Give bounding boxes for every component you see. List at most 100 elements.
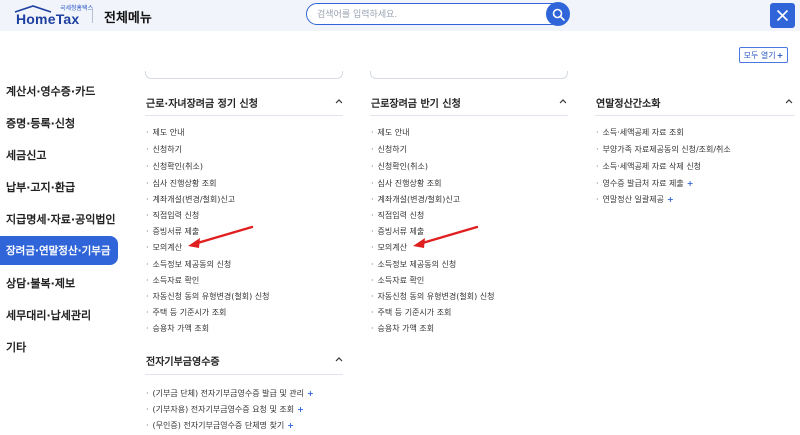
list-item-label: 신청하기 bbox=[152, 145, 182, 154]
list-item-label: 영수증 발급처 자료 제출 bbox=[602, 179, 684, 188]
bullet: · bbox=[371, 324, 374, 333]
list-item[interactable]: · 승용차 가액 조회 bbox=[146, 324, 209, 334]
list-item-label: 소득자료 확인 bbox=[152, 276, 200, 285]
list-item-label: 심사 진행상황 조회 bbox=[152, 179, 217, 188]
list-item[interactable]: · 소득자료 확인 bbox=[146, 276, 199, 286]
list-item[interactable]: · 소득자료 확인 bbox=[371, 276, 424, 286]
list-item-mock-calc[interactable]: · 모의계산 bbox=[371, 243, 407, 253]
search-input[interactable] bbox=[317, 7, 517, 22]
logo-text: HomeTax bbox=[16, 11, 80, 27]
list-item[interactable]: · 소득·세액공제 자료 삭제 신청 bbox=[596, 162, 704, 172]
list-item-label: 연말정산 일괄제공 bbox=[602, 195, 664, 204]
list-item[interactable]: · 자동신청 동의 유형변경(철회) 신청 bbox=[371, 292, 494, 302]
sidebar-item-consulting[interactable]: 상담·불복·제보 bbox=[0, 268, 118, 297]
list-item[interactable]: · 소득·세액공제 자료 조회 bbox=[596, 128, 687, 138]
list-item-label: 신청확인(취소) bbox=[152, 162, 203, 171]
bullet: · bbox=[146, 324, 149, 333]
bullet: · bbox=[146, 405, 149, 414]
bullet: · bbox=[146, 128, 149, 137]
bullet: · bbox=[371, 227, 374, 236]
list-item[interactable]: · 주택 등 기준시가 조회 bbox=[371, 308, 451, 318]
section-title-donation[interactable]: 전자기부금영수증 bbox=[146, 353, 220, 368]
list-item[interactable]: · 주택 등 기준시가 조회 bbox=[146, 308, 226, 318]
list-item[interactable]: · 연말정산 일괄제공 + bbox=[596, 195, 674, 205]
list-item-label: 제도 안내 bbox=[152, 128, 185, 137]
list-item-label: 승용차 가액 조회 bbox=[152, 324, 210, 333]
list-item[interactable]: · 심사 진행상황 조회 bbox=[371, 179, 442, 189]
bullet: · bbox=[371, 276, 374, 285]
search-icon bbox=[552, 8, 565, 21]
list-item[interactable]: · (기부금 단체) 전자기부금영수증 발급 및 관리 + bbox=[146, 389, 314, 399]
list-item[interactable]: · 제도 안내 bbox=[371, 128, 410, 138]
list-item[interactable]: · 영수증 발급처 자료 제출 + bbox=[596, 179, 693, 189]
plus-icon: + bbox=[297, 405, 304, 414]
list-item[interactable]: · 제도 안내 bbox=[146, 128, 185, 138]
list-item[interactable]: · 소득정보 제공동의 신청 bbox=[146, 260, 231, 270]
list-item[interactable]: · 심사 진행상황 조회 bbox=[146, 179, 217, 189]
section-title-regular[interactable]: 근로·자녀장려금 정기 신청 bbox=[146, 95, 258, 110]
list-item[interactable]: · (무인증) 전자기부금영수증 단체명 찾기 + bbox=[146, 421, 294, 431]
chevron-up-icon[interactable] bbox=[784, 97, 794, 105]
bullet: · bbox=[371, 128, 374, 137]
sidebar-item-tax-return[interactable]: 세금신고 bbox=[0, 140, 118, 169]
list-item[interactable]: · 부양가족 자료제공동의 신청/조회/취소 bbox=[596, 145, 734, 155]
header-bar: 국세청홈택스 HomeTax 전체메뉴 bbox=[0, 0, 800, 31]
list-item[interactable]: · 신청확인(취소) bbox=[371, 162, 428, 172]
list-item[interactable]: · 계좌개설(변경/철회)신고 bbox=[371, 195, 460, 205]
bullet: · bbox=[596, 162, 599, 171]
sidebar-item-invoice[interactable]: 계산서·영수증·카드 bbox=[0, 76, 118, 105]
plus-icon: + bbox=[776, 50, 784, 60]
bullet: · bbox=[146, 145, 149, 154]
bullet: · bbox=[596, 145, 599, 154]
header-divider bbox=[92, 8, 93, 23]
list-item-label: (무인증) 전자기부금영수증 단체명 찾기 bbox=[152, 421, 285, 430]
list-item-label: 승용차 가액 조회 bbox=[377, 324, 435, 333]
list-item[interactable]: · 신청하기 bbox=[146, 145, 182, 155]
list-item[interactable]: · 신청하기 bbox=[371, 145, 407, 155]
expand-all-button[interactable]: 모두 열기 + bbox=[739, 47, 788, 63]
section-divider bbox=[145, 374, 343, 375]
list-item-label: 심사 진행상황 조회 bbox=[377, 179, 442, 188]
collapsed-panel-bottom bbox=[370, 71, 568, 79]
close-button[interactable] bbox=[770, 3, 795, 28]
section-title-half[interactable]: 근로장려금 반기 신청 bbox=[371, 95, 461, 110]
section-title-yearend[interactable]: 연말정산간소화 bbox=[596, 95, 660, 110]
list-item[interactable]: · 신청확인(취소) bbox=[146, 162, 203, 172]
bullet: · bbox=[146, 292, 149, 301]
section-divider bbox=[370, 115, 568, 116]
list-item[interactable]: · 자동신청 동의 유형변경(철회) 신청 bbox=[146, 292, 269, 302]
sidebar-item-etc[interactable]: 기타 bbox=[0, 332, 118, 361]
sidebar-item-payment[interactable]: 납부·고지·환급 bbox=[0, 172, 118, 201]
list-item[interactable]: · 소득정보 제공동의 신청 bbox=[371, 260, 456, 270]
expand-all-label: 모두 열기 bbox=[743, 50, 776, 60]
list-item[interactable]: · 직접입력 신청 bbox=[371, 211, 424, 221]
bullet: · bbox=[371, 243, 374, 252]
page-title: 전체메뉴 bbox=[104, 11, 152, 26]
chevron-up-icon[interactable] bbox=[558, 97, 568, 105]
sidebar-item-payment-statement[interactable]: 지급명세·자료·공익법인 bbox=[0, 204, 118, 233]
list-item[interactable]: · 계좌개설(변경/철회)신고 bbox=[146, 195, 235, 205]
red-arrow-annotation bbox=[188, 225, 254, 248]
bullet: · bbox=[146, 276, 149, 285]
list-item-label: 신청확인(취소) bbox=[377, 162, 428, 171]
list-item-label: 자동신청 동의 유형변경(철회) 신청 bbox=[377, 292, 495, 301]
search-button[interactable] bbox=[546, 2, 570, 26]
collapsed-panel-bottom bbox=[145, 71, 343, 79]
list-item-label: 모의계산 bbox=[377, 243, 407, 252]
list-item[interactable]: · 승용차 가액 조회 bbox=[371, 324, 434, 334]
hometax-logo[interactable]: 국세청홈택스 HomeTax bbox=[14, 3, 93, 29]
list-item-label: 소득·세액공제 자료 삭제 신청 bbox=[602, 162, 702, 171]
list-item-label: (기부금 단체) 전자기부금영수증 발급 및 관리 bbox=[152, 389, 304, 398]
list-item[interactable]: · (기부자용) 전자기부금영수증 요청 및 조회 + bbox=[146, 405, 304, 415]
bullet: · bbox=[146, 389, 149, 398]
list-item-mock-calc[interactable]: · 모의계산 bbox=[146, 243, 182, 253]
list-item[interactable]: · 직접입력 신청 bbox=[146, 211, 199, 221]
list-item-label: 소득정보 제공동의 신청 bbox=[152, 260, 232, 269]
sidebar-item-incentive[interactable]: 장려금·연말정산·기부금 bbox=[0, 236, 118, 265]
close-icon bbox=[776, 9, 789, 22]
sidebar-item-certificate[interactable]: 증명·등록·신청 bbox=[0, 108, 118, 137]
sidebar-item-tax-agent[interactable]: 세무대리·납세관리 bbox=[0, 300, 118, 329]
chevron-up-icon[interactable] bbox=[334, 355, 344, 363]
list-item-label: 모의계산 bbox=[152, 243, 182, 252]
chevron-up-icon[interactable] bbox=[334, 97, 344, 105]
